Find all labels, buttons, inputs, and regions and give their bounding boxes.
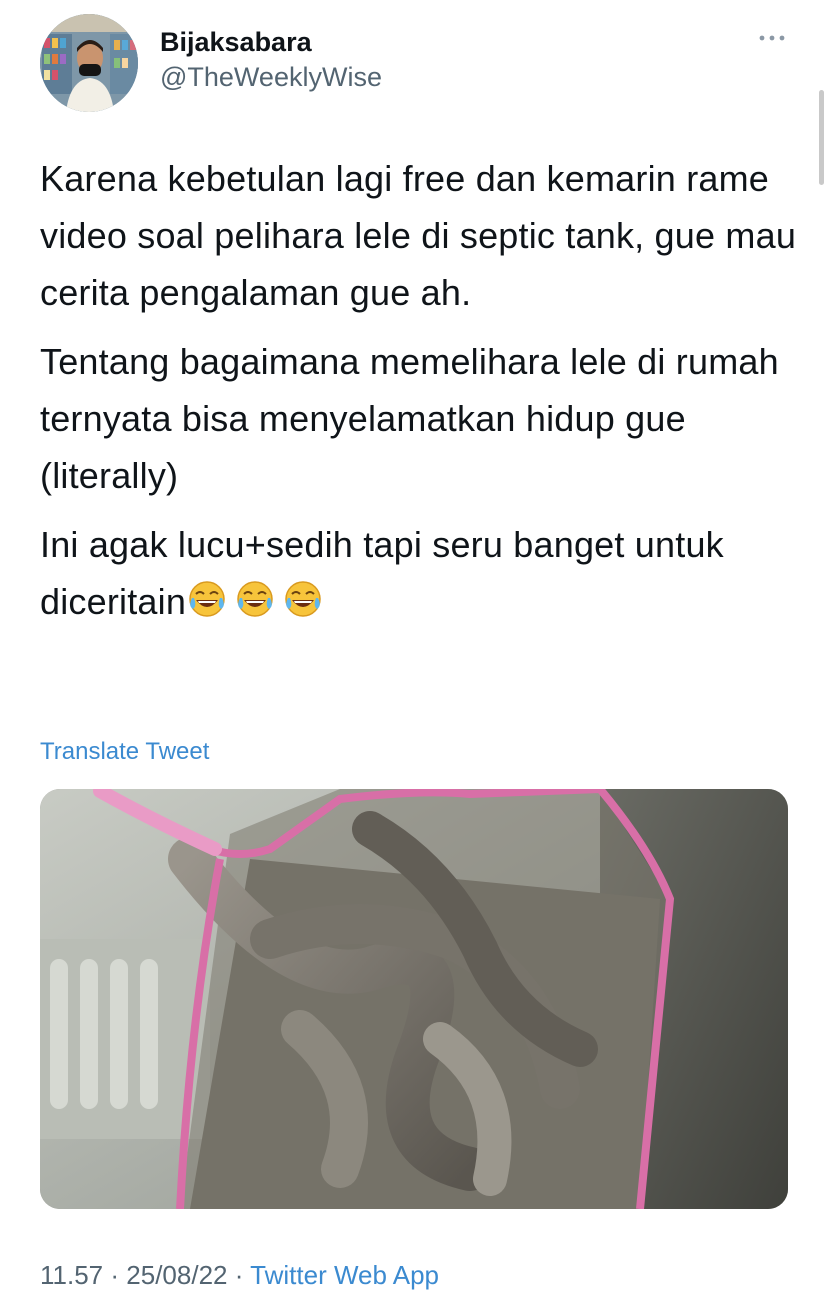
tweet-source[interactable]: Twitter Web App [250, 1260, 439, 1290]
meta-separator: · [234, 1260, 244, 1290]
avatar[interactable] [40, 14, 138, 112]
user-handle[interactable]: @TheWeeklyWise [160, 60, 382, 94]
tweet-header: Bijaksabara @TheWeeklyWise [40, 14, 790, 114]
catfish-in-net-photo [40, 789, 788, 1209]
translate-tweet-link[interactable]: Translate Tweet [40, 737, 209, 767]
tweet-text: Karena kebetulan lagi free dan kemarin r… [40, 150, 800, 642]
tweet-paragraph: Tentang bagaimana memelihara lele di rum… [40, 341, 779, 496]
face-with-tears-of-joy-icon [186, 578, 228, 620]
more-options-icon[interactable] [754, 28, 790, 48]
tweet-paragraph: Ini agak lucu+sedih tapi seru banget unt… [40, 516, 800, 630]
tweet-meta: 11.57 · 25/08/22 · Twitter Web App [40, 1258, 439, 1292]
scrollbar[interactable] [819, 90, 824, 185]
tweet-paragraph: Karena kebetulan lagi free dan kemarin r… [40, 158, 797, 313]
tweet-date[interactable]: 25/08/22 [126, 1260, 227, 1290]
tweet-time[interactable]: 11.57 [40, 1260, 103, 1290]
face-with-tears-of-joy-icon [282, 578, 324, 620]
meta-separator: · [110, 1260, 120, 1290]
tweet-media-photo[interactable] [40, 789, 788, 1209]
avatar-photo [40, 14, 138, 112]
face-with-tears-of-joy-icon [234, 578, 276, 620]
user-names: Bijaksabara @TheWeeklyWise [160, 26, 382, 94]
tweet-paragraph-text: Ini agak lucu+sedih tapi seru banget unt… [40, 524, 724, 622]
display-name[interactable]: Bijaksabara [160, 26, 382, 58]
